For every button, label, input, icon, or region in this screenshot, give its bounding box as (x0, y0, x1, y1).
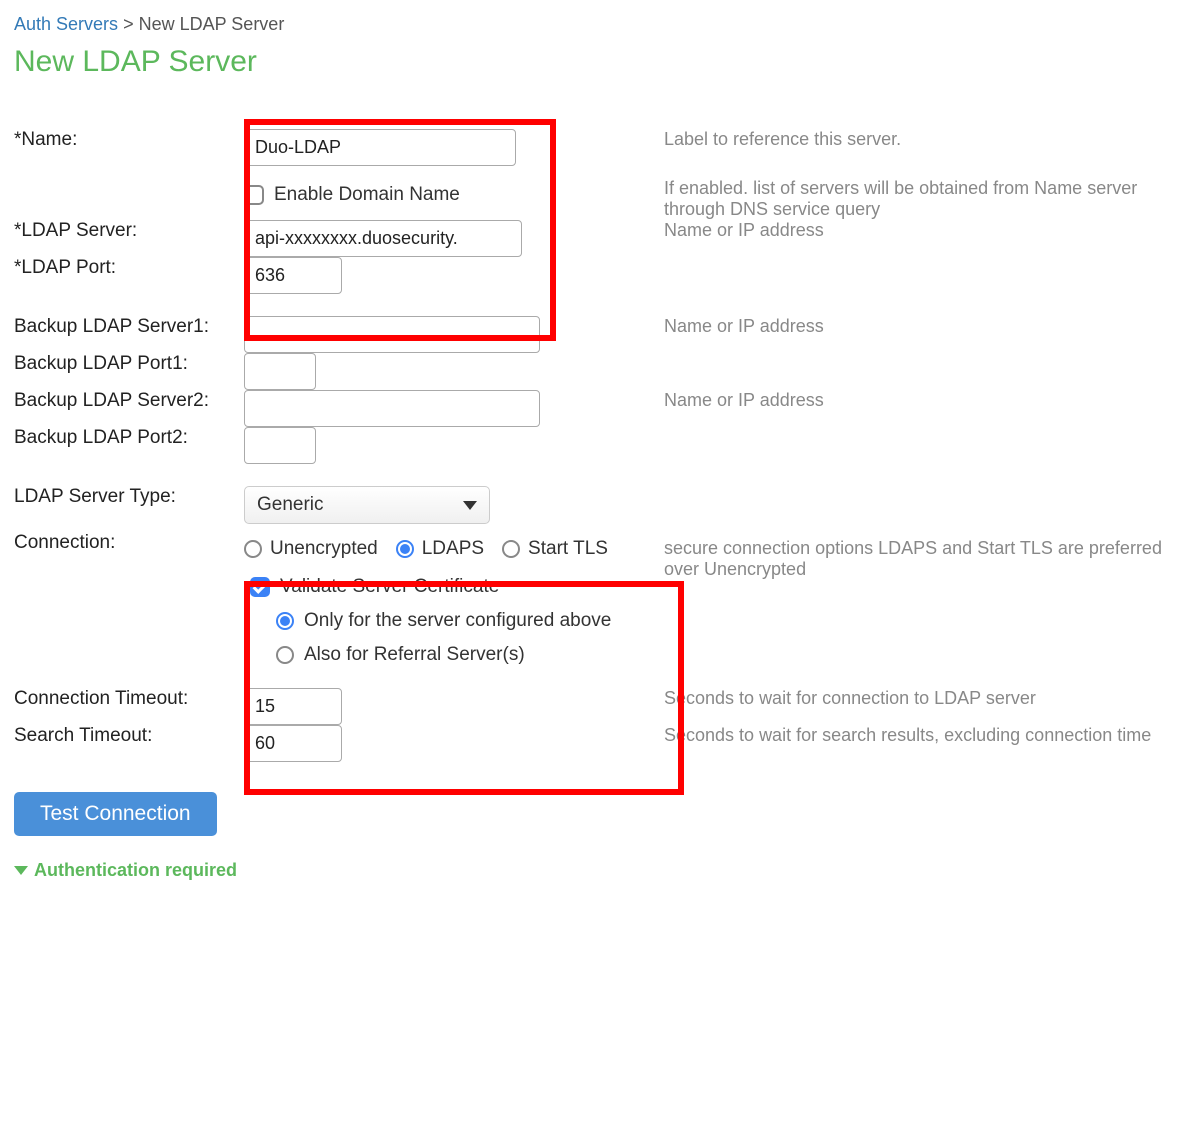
search-timeout-label: Search Timeout: (14, 725, 244, 762)
backup-server2-hint: Name or IP address (664, 390, 1176, 427)
ldap-server-input[interactable] (244, 220, 522, 257)
backup-port1-label: Backup LDAP Port1: (14, 353, 244, 390)
breadcrumb-current: New LDAP Server (139, 14, 285, 34)
backup-server2-label: Backup LDAP Server2: (14, 390, 244, 427)
connection-ldaps-label: LDAPS (422, 538, 484, 560)
connection-unencrypted-radio[interactable] (244, 540, 262, 558)
chevron-down-icon (14, 866, 28, 875)
search-timeout-input[interactable] (244, 725, 342, 762)
config-form: *Name: Enable Domain Name Label to refer… (14, 129, 1176, 762)
server-type-label: LDAP Server Type: (14, 486, 244, 532)
name-label: *Name: (14, 129, 244, 220)
chevron-down-icon (463, 501, 477, 510)
conn-timeout-input[interactable] (244, 688, 342, 725)
test-connection-button[interactable]: Test Connection (14, 792, 217, 836)
conn-timeout-hint: Seconds to wait for connection to LDAP s… (664, 688, 1176, 725)
connection-hint: secure connection options LDAPS and Star… (664, 532, 1176, 688)
ldap-port-label: *LDAP Port: (14, 257, 244, 316)
backup-port1-input[interactable] (244, 353, 316, 390)
auth-required-label: Authentication required (34, 860, 237, 881)
backup-server2-input[interactable] (244, 390, 540, 427)
conn-timeout-label: Connection Timeout: (14, 688, 244, 725)
ldap-server-hint: Name or IP address (664, 220, 1176, 257)
connection-starttls-radio[interactable] (502, 540, 520, 558)
connection-ldaps-radio[interactable] (396, 540, 414, 558)
scope-also-label: Also for Referral Server(s) (304, 644, 525, 666)
breadcrumb: Auth Servers > New LDAP Server (14, 14, 1176, 35)
scope-also-radio[interactable] (276, 646, 294, 664)
breadcrumb-separator: > (123, 14, 134, 34)
validate-cert-label: Validate Server Certificate (280, 576, 499, 598)
name-input[interactable] (244, 129, 516, 166)
ldap-port-input[interactable] (244, 257, 342, 294)
ldap-server-label: *LDAP Server: (14, 220, 244, 257)
search-timeout-hint: Seconds to wait for search results, excl… (664, 725, 1176, 762)
server-type-value: Generic (257, 494, 324, 516)
connection-starttls-label: Start TLS (528, 538, 608, 560)
name-hint: Label to reference this server. (664, 129, 1176, 150)
backup-port2-label: Backup LDAP Port2: (14, 427, 244, 486)
breadcrumb-parent[interactable]: Auth Servers (14, 14, 118, 34)
scope-only-label: Only for the server configured above (304, 610, 611, 632)
page-title: New LDAP Server (14, 45, 1176, 79)
connection-unencrypted-label: Unencrypted (270, 538, 378, 560)
validate-cert-checkbox[interactable] (250, 577, 270, 597)
server-type-select[interactable]: Generic (244, 486, 490, 524)
enable-domain-hint: If enabled. list of servers will be obta… (664, 178, 1176, 220)
scope-only-radio[interactable] (276, 612, 294, 630)
enable-domain-label: Enable Domain Name (274, 184, 460, 206)
backup-server1-hint: Name or IP address (664, 316, 1176, 353)
backup-port2-input[interactable] (244, 427, 316, 464)
backup-server1-label: Backup LDAP Server1: (14, 316, 244, 353)
backup-server1-input[interactable] (244, 316, 540, 353)
auth-required-toggle[interactable]: Authentication required (14, 860, 1176, 881)
enable-domain-checkbox[interactable] (244, 185, 264, 205)
connection-label: Connection: (14, 532, 244, 688)
